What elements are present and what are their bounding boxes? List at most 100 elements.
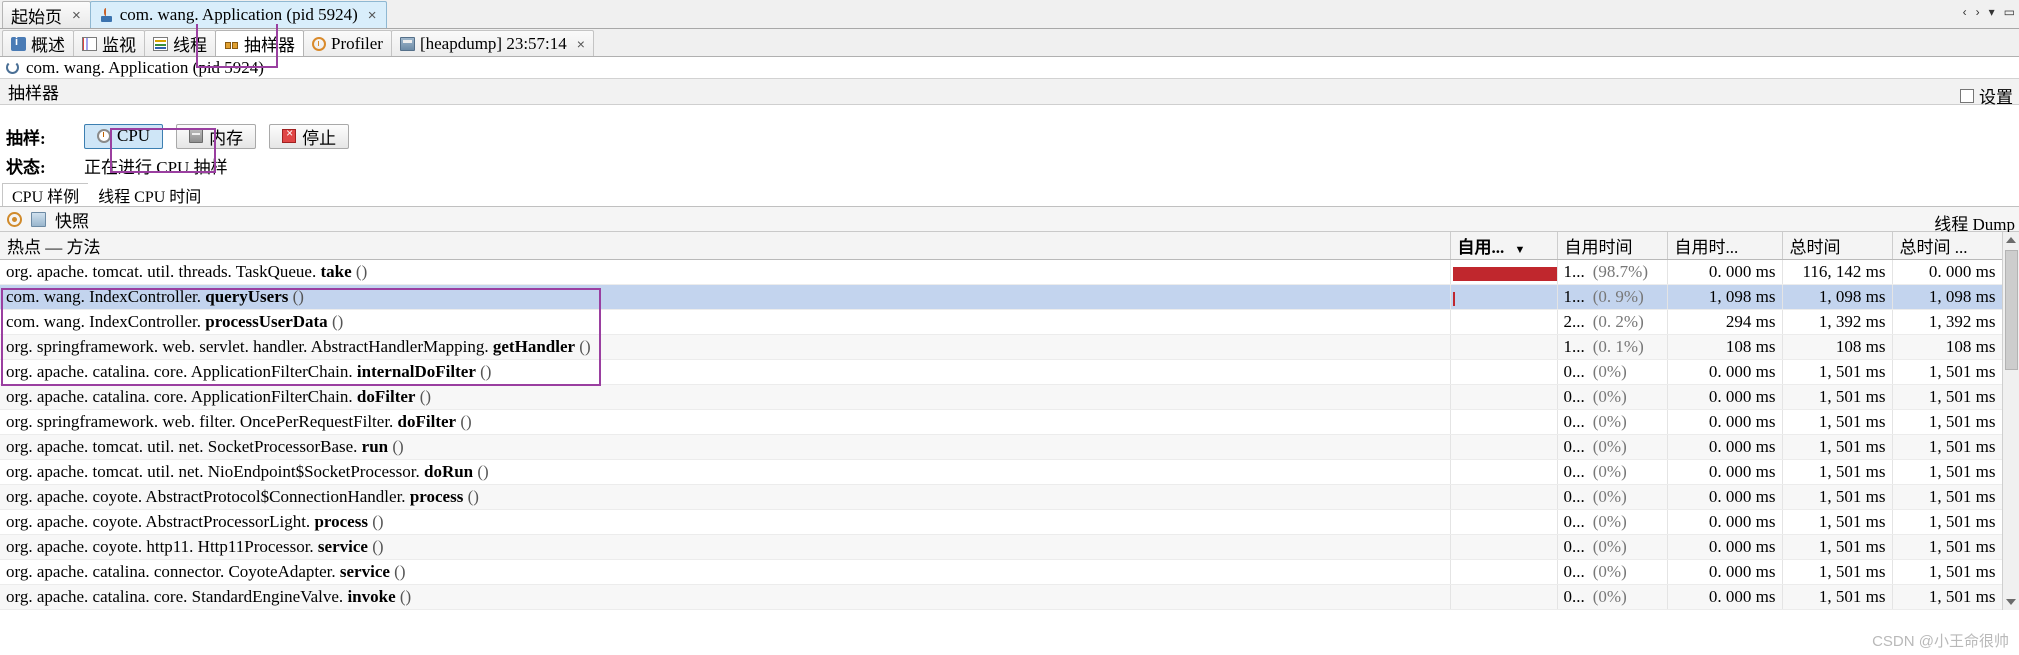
- tab-heapdump[interactable]: [heapdump] 23:57:14 ×: [390, 30, 594, 56]
- scrollbar-thumb[interactable]: [2005, 250, 2018, 370]
- sampler-inner-tabs: CPU 样例 线程 CPU 时间: [0, 183, 2019, 207]
- snapshot-toolbar: 快照 线程 Dump: [0, 207, 2019, 234]
- record-icon[interactable]: [7, 211, 22, 227]
- cpu-icon: [97, 129, 111, 143]
- method-args: (): [288, 287, 304, 306]
- table-row[interactable]: org. apache. tomcat. util. net. SocketPr…: [0, 434, 2019, 460]
- settings-checkbox[interactable]: [1960, 88, 1974, 103]
- scroll-down-icon[interactable]: [2006, 599, 2016, 605]
- self-pct-num: 0...: [1563, 437, 1585, 456]
- method-name: invoke: [343, 587, 396, 606]
- cell-self-time-pct: 0... (0%): [1557, 434, 1668, 460]
- stop-sample-button[interactable]: 停止: [269, 123, 350, 149]
- vertical-scrollbar[interactable]: [2002, 232, 2019, 610]
- table-row[interactable]: org. apache. tomcat. util. net. NioEndpo…: [0, 459, 2019, 485]
- self-pct-num: 2...: [1563, 312, 1585, 331]
- snapshot-icon[interactable]: [31, 211, 46, 227]
- self-pct: (0%): [1592, 462, 1627, 481]
- monitor-icon: [82, 36, 97, 51]
- cell-method: org. apache. catalina. core. StandardEng…: [0, 584, 1451, 610]
- table-row[interactable]: com. wang. IndexController. queryUsers (…: [0, 284, 2019, 310]
- tab-sampler[interactable]: 抽样器: [215, 30, 304, 56]
- column-header-self-bar[interactable]: 自用... ▼: [1450, 232, 1558, 260]
- table-row[interactable]: org. apache. catalina. core. StandardEng…: [0, 584, 2019, 610]
- cell-method: org. apache. catalina. connector. Coyote…: [0, 559, 1451, 585]
- cell-total-time: 1, 501 ms: [1782, 384, 1893, 410]
- table-row[interactable]: org. springframework. web. servlet. hand…: [0, 334, 2019, 360]
- self-pct: (0%): [1592, 487, 1627, 506]
- cell-self-time: 0. 000 ms: [1667, 409, 1783, 435]
- cell-self-time: 0. 000 ms: [1667, 359, 1783, 385]
- settings-toggle[interactable]: 设置: [1960, 83, 2013, 108]
- scroll-right-icon[interactable]: ›: [1976, 5, 1980, 19]
- close-icon[interactable]: ×: [72, 7, 81, 24]
- self-pct: (0%): [1592, 387, 1627, 406]
- tab-overview[interactable]: 概述: [2, 30, 74, 56]
- column-header-method[interactable]: 热点 — 方法: [0, 232, 1451, 260]
- cell-self-bar: [1450, 584, 1558, 610]
- column-header-total-time-2[interactable]: 总时间 ...: [1892, 232, 2003, 260]
- table-row[interactable]: org. apache. catalina. core. Application…: [0, 359, 2019, 385]
- cell-method: org. apache. tomcat. util. net. NioEndpo…: [0, 459, 1451, 485]
- memory-button-label: 内存: [209, 128, 244, 148]
- cell-self-time-pct: 0... (0%): [1557, 459, 1668, 485]
- method-name: service: [313, 537, 368, 556]
- status-row: 状态: 正在进行 CPU 抽样: [6, 153, 2019, 177]
- cell-total-time: 1, 098 ms: [1782, 284, 1893, 310]
- method-name: internalDoFilter: [352, 362, 476, 381]
- tab-cpu-samples[interactable]: CPU 样例: [2, 183, 90, 206]
- tab-list-icon[interactable]: ▾: [1989, 5, 1995, 19]
- cell-total-time2: 1, 501 ms: [1892, 484, 2003, 510]
- tab-thread-cpu-time[interactable]: 线程 CPU 时间: [88, 183, 212, 206]
- sort-desc-icon: ▼: [1514, 244, 1526, 256]
- tab-profiler[interactable]: Profiler: [303, 30, 392, 56]
- maximize-icon[interactable]: ▭: [2004, 5, 2015, 19]
- column-header-self-time[interactable]: 自用时...: [1667, 232, 1783, 260]
- table-row[interactable]: org. apache. coyote. AbstractProtocol$Co…: [0, 484, 2019, 510]
- cell-self-bar: [1450, 334, 1558, 360]
- scroll-up-icon[interactable]: [2006, 237, 2016, 243]
- tab-threads[interactable]: 线程: [144, 30, 216, 56]
- cell-method: org. apache. catalina. core. Application…: [0, 384, 1451, 410]
- table-row[interactable]: org. apache. coyote. AbstractProcessorLi…: [0, 509, 2019, 535]
- scroll-left-icon[interactable]: ‹: [1963, 5, 1967, 19]
- cell-self-time: 0. 000 ms: [1667, 259, 1783, 285]
- column-header-total-time[interactable]: 总时间: [1782, 232, 1893, 260]
- table-row[interactable]: org. apache. catalina. core. Application…: [0, 384, 2019, 410]
- cell-self-bar: [1450, 259, 1558, 285]
- cell-total-time: 1, 501 ms: [1782, 584, 1893, 610]
- table-row[interactable]: org. apache. coyote. http11. Http11Proce…: [0, 534, 2019, 560]
- close-icon[interactable]: ×: [368, 7, 377, 24]
- cell-self-time-pct: 0... (0%): [1557, 359, 1668, 385]
- stop-button-label: 停止: [302, 128, 337, 148]
- cpu-sample-button[interactable]: CPU: [84, 123, 164, 149]
- close-icon[interactable]: ×: [577, 36, 585, 52]
- column-header-self-time-pct[interactable]: 自用时间: [1557, 232, 1668, 260]
- tab-monitor[interactable]: 监视: [73, 30, 145, 56]
- self-pct: (0%): [1592, 512, 1627, 531]
- document-tab-start-page[interactable]: 起始页 ×: [2, 1, 91, 28]
- cell-total-time: 1, 501 ms: [1782, 484, 1893, 510]
- method-args: (): [388, 437, 404, 456]
- tab-label: Profiler: [331, 33, 383, 53]
- table-row[interactable]: org. springframework. web. filter. OnceP…: [0, 409, 2019, 435]
- method-name: processUserData: [201, 312, 328, 331]
- table-row[interactable]: org. apache. catalina. connector. Coyote…: [0, 559, 2019, 585]
- self-pct: (0. 2%): [1592, 312, 1644, 331]
- cell-total-time2: 0. 000 ms: [1892, 259, 2003, 285]
- cell-self-time: 0. 000 ms: [1667, 534, 1783, 560]
- method-name: getHandler: [488, 337, 576, 356]
- method-package: org. springframework. web. servlet. hand…: [6, 337, 489, 356]
- memory-sample-button[interactable]: 内存: [176, 123, 257, 149]
- self-pct-num: 0...: [1563, 362, 1585, 381]
- settings-label: 设置: [1979, 88, 2013, 107]
- cell-total-time2: 1, 501 ms: [1892, 384, 2003, 410]
- self-pct-num: 1...: [1563, 287, 1585, 306]
- document-tab-application[interactable]: com. wang. Application (pid 5924) ×: [89, 1, 387, 28]
- method-args: (): [575, 337, 591, 356]
- self-pct: (0%): [1592, 412, 1627, 431]
- table-row[interactable]: com. wang. IndexController. processUserD…: [0, 309, 2019, 335]
- sample-row: 抽样: CPU 内存 停止: [6, 119, 2019, 153]
- column-label: 自用...: [1457, 238, 1505, 257]
- table-row[interactable]: org. apache. tomcat. util. threads. Task…: [0, 259, 2019, 285]
